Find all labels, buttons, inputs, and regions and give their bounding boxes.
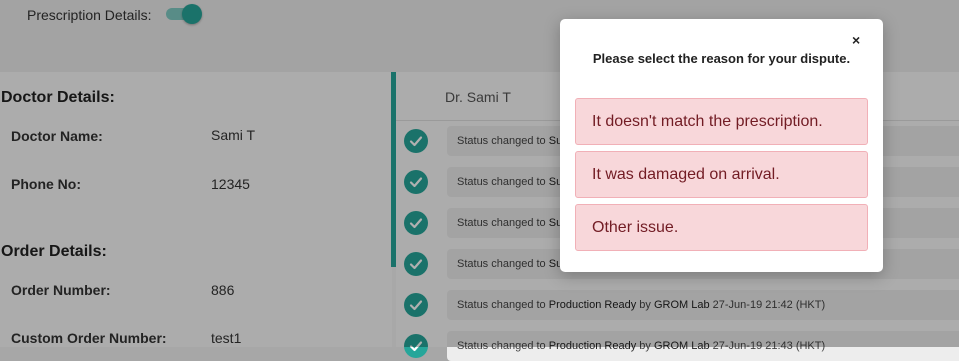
dispute-reason-dialog: × Please select the reason for your disp… <box>560 19 883 272</box>
dialog-title: Please select the reason for your disput… <box>592 51 851 66</box>
reason-option-damaged[interactable]: It was damaged on arrival. <box>575 151 868 198</box>
reason-option-other[interactable]: Other issue. <box>575 204 868 251</box>
reason-option-mismatch[interactable]: It doesn't match the prescription. <box>575 98 868 145</box>
close-icon[interactable]: × <box>852 32 860 48</box>
